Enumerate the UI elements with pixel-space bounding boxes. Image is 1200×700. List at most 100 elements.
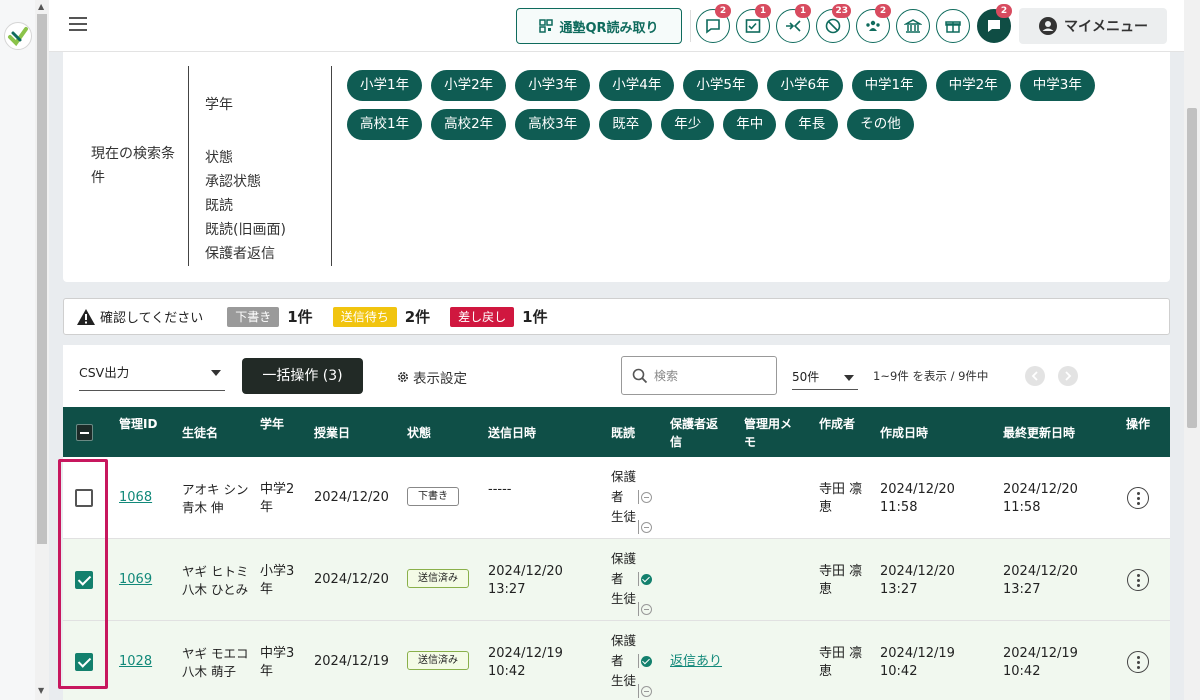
read-parent-label: 保護者 [611, 633, 637, 668]
more-options-icon[interactable] [1127, 487, 1149, 509]
grade-chip[interactable]: 中学2年 [935, 70, 1011, 101]
column-header[interactable]: 授業日 [314, 424, 350, 442]
next-page-button[interactable] [1058, 366, 1078, 386]
status-badge: 下書き [407, 487, 459, 506]
grade-chip[interactable]: 小学1年 [347, 70, 423, 101]
pending-count: 2件 [404, 308, 431, 326]
column-header[interactable]: 管理ID [119, 415, 157, 433]
grade-chip[interactable]: 年中 [723, 109, 777, 140]
draft-tag[interactable]: 下書き [227, 306, 280, 327]
grade-chip[interactable]: 高校1年 [347, 109, 423, 140]
grade-chip[interactable]: 高校2年 [431, 109, 507, 140]
row-checkbox[interactable] [75, 571, 93, 589]
pagination-range: 1~9件 を表示 / 9件中 [873, 369, 989, 383]
parent-reply-link[interactable]: 返信あり [670, 654, 722, 669]
my-menu-button[interactable]: マイメニュー [1019, 8, 1167, 44]
column-header[interactable]: 学年 [260, 415, 284, 433]
lesson-date: 2024/12/20 [314, 572, 389, 587]
grade-chip[interactable]: 小学2年 [431, 70, 507, 101]
report-id-link[interactable]: 1069 [119, 572, 152, 587]
updated-date: 2024/12/20 [1003, 482, 1078, 497]
condition-label-read: 既読 [205, 198, 233, 214]
table-row[interactable]: 1069 ヤギ ヒトミ 八木 ひとみ 小学3年 2024/12/20 送信済み 2024/1… [63, 539, 1170, 621]
row-checkbox[interactable] [75, 653, 93, 671]
display-settings-button[interactable]: 表示設定 [396, 367, 467, 387]
scroll-down-icon[interactable]: ▼ [38, 686, 44, 695]
report-table-card: CSV出力 一括操作 (3) 表示設定 50件 1~9件 を表示 / 9件中 管… [63, 345, 1170, 700]
grade-chip[interactable]: 年少 [661, 109, 715, 140]
sent-date: 2024/12/19 [488, 646, 563, 661]
column-header[interactable]: 最終更新日時 [1003, 424, 1075, 442]
message-badge: 2 [996, 4, 1012, 18]
column-header[interactable]: 作成日時 [880, 424, 928, 442]
returned-tag[interactable]: 差し戻し [450, 306, 515, 327]
page-scroll-thumb[interactable] [1187, 108, 1197, 428]
sidebar-scrollbar[interactable]: ▲ ▼ [35, 0, 49, 700]
header-divider [690, 10, 691, 42]
author-cell: 寺田 凛恵 [819, 646, 863, 679]
search-input[interactable] [654, 368, 764, 383]
grade-chip[interactable]: 中学1年 [851, 70, 927, 101]
read-parent-label: 保護者 [611, 551, 637, 586]
pending-tag[interactable]: 送信待ち [332, 306, 397, 327]
grade-chip[interactable]: 小学5年 [683, 70, 759, 101]
column-header[interactable]: 送信日時 [488, 424, 536, 442]
column-header[interactable]: 作成者 [819, 415, 855, 433]
gift-icon [945, 21, 961, 33]
report-id-link[interactable]: 1028 [119, 654, 152, 669]
app-logo-icon[interactable] [4, 22, 32, 50]
scroll-up-icon[interactable]: ▲ [38, 2, 44, 11]
select-all-checkbox[interactable] [76, 424, 93, 441]
student-kana: ヤギ ヒトミ [182, 564, 249, 579]
more-options-icon[interactable] [1127, 569, 1149, 591]
transfer-button[interactable]: 1 [776, 4, 811, 43]
sidebar-scroll-thumb[interactable] [37, 14, 47, 544]
school-button[interactable] [896, 9, 930, 43]
qr-scan-button[interactable]: 通塾QR読み取り [516, 8, 682, 44]
search-conditions-card: 現在の検索条件 学年 状態 承認状態 既読 既読(旧画面) 保護者返信 小学1年… [63, 52, 1170, 282]
grade-chip[interactable]: 高校3年 [515, 109, 591, 140]
page-scrollbar[interactable] [1184, 0, 1200, 700]
lesson-date: 2024/12/20 [314, 490, 389, 505]
column-header[interactable]: 生徒名 [182, 424, 218, 442]
report-id-link[interactable]: 1068 [119, 490, 152, 505]
prev-page-button[interactable] [1025, 366, 1045, 386]
unread-icon [641, 686, 652, 697]
absence-button[interactable]: 23 [816, 4, 851, 43]
grade-chip[interactable]: 年長 [785, 109, 839, 140]
chat-button[interactable]: 2 [696, 4, 731, 43]
checklist-button[interactable]: 1 [736, 4, 771, 43]
hamburger-menu-icon[interactable] [69, 17, 87, 31]
column-header[interactable]: 管理用メモ [744, 415, 796, 451]
grade-chip[interactable]: 小学3年 [515, 70, 591, 101]
grade-chip[interactable]: その他 [847, 109, 914, 140]
left-strip [0, 0, 35, 700]
table-row[interactable]: 1068 アオキ シン 青木 伸 中学2年 2024/12/20 下書き ----- 保護者生… [63, 457, 1170, 539]
read-separator [638, 602, 639, 616]
table-row[interactable]: 1028 ヤギ モエコ 八木 萌子 中学3年 2024/12/19 送信済み 2024/12… [63, 621, 1170, 700]
sent-time: 10:42 [488, 664, 526, 679]
search-box [621, 356, 777, 395]
created-date: 2024/12/20 [880, 564, 955, 579]
sent-date: 2024/12/20 [488, 564, 563, 579]
more-options-icon[interactable] [1127, 651, 1149, 673]
created-time: 10:42 [880, 664, 918, 679]
grade-chip[interactable]: 既卒 [599, 109, 653, 140]
chevron-left-icon [1031, 371, 1038, 381]
grade-chip[interactable]: 小学4年 [599, 70, 675, 101]
column-header[interactable]: 保護者返信 [670, 415, 722, 451]
column-header[interactable]: 既読 [611, 424, 635, 442]
updated-date: 2024/12/19 [1003, 646, 1078, 661]
grade-chip[interactable]: 中学3年 [1019, 70, 1095, 101]
bulk-action-button[interactable]: 一括操作 (3) [242, 358, 363, 394]
column-header[interactable]: 状態 [407, 424, 431, 442]
row-checkbox[interactable] [75, 489, 93, 507]
per-page-select[interactable]: 50件 [792, 366, 858, 390]
gift-button[interactable] [936, 9, 970, 43]
csv-export-select[interactable]: CSV出力 [79, 361, 225, 391]
chevron-right-icon [1065, 371, 1072, 381]
message-button[interactable]: 2 [977, 4, 1012, 43]
grade-chip[interactable]: 小学6年 [767, 70, 843, 101]
absence-badge: 23 [832, 4, 851, 18]
group-button[interactable]: 2 [856, 4, 891, 43]
